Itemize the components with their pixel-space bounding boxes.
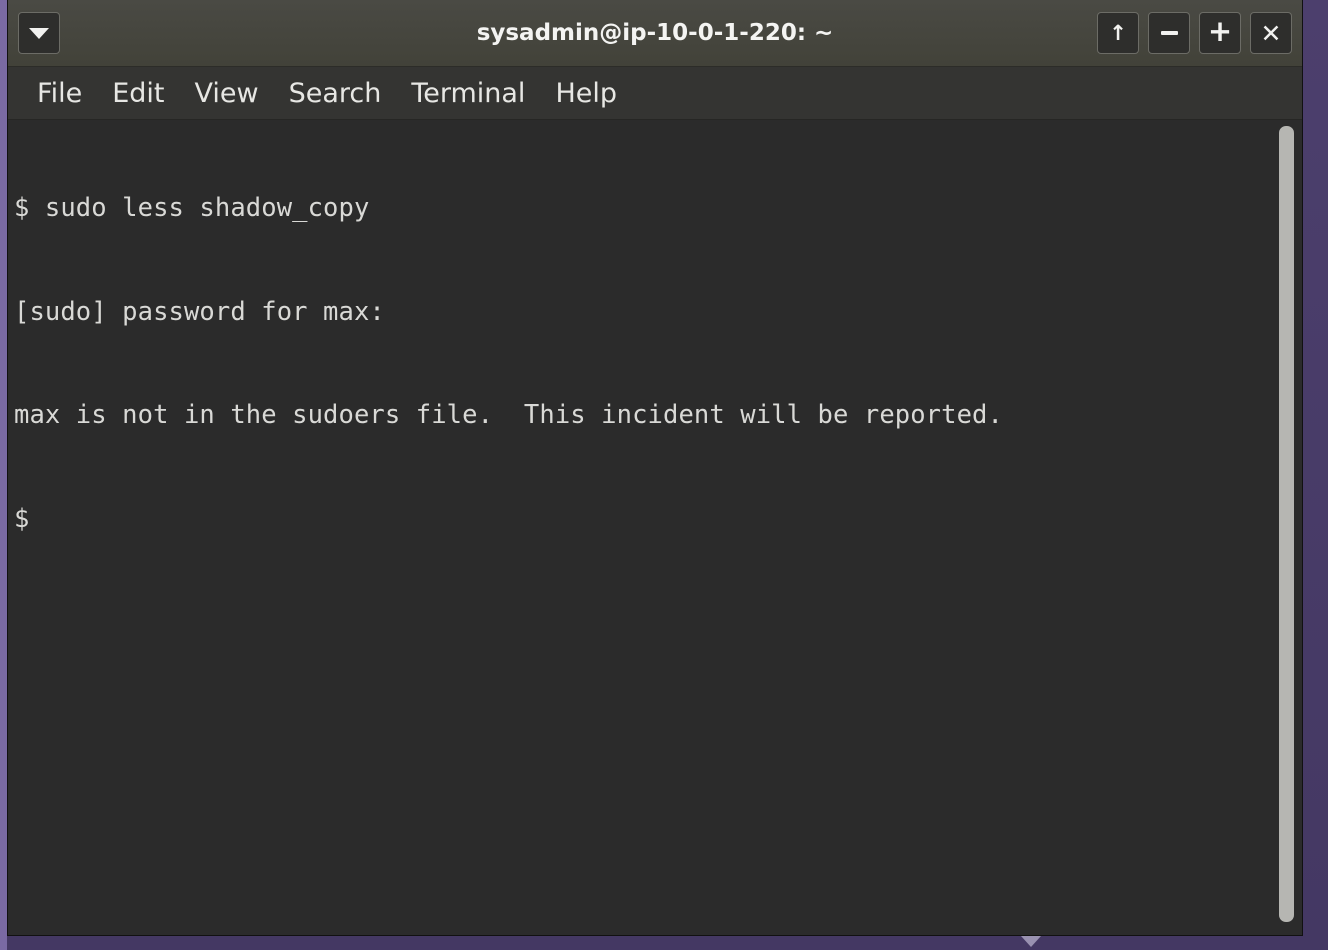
- maximize-button[interactable]: +: [1199, 12, 1241, 54]
- arrow-up-icon: ↑: [1109, 20, 1127, 45]
- plus-icon: +: [1207, 13, 1233, 48]
- titlebar-window-controls: ↑ + ✕: [1097, 12, 1292, 54]
- window-menu-button[interactable]: [18, 12, 60, 54]
- terminal-line-command: $ sudo less shadow_copy: [14, 193, 370, 223]
- minus-icon: [1160, 31, 1178, 35]
- terminal-scrollbar[interactable]: [1271, 120, 1302, 935]
- terminal-line-error: max is not in the sudoers file. This inc…: [14, 400, 1003, 430]
- close-x-icon: ✕: [1260, 18, 1282, 48]
- close-button[interactable]: ✕: [1250, 12, 1292, 54]
- window-titlebar[interactable]: sysadmin@ip-10-0-1-220: ~ ↑ + ✕: [8, 0, 1302, 67]
- menu-item-file[interactable]: File: [22, 76, 97, 111]
- menu-item-terminal[interactable]: Terminal: [396, 76, 540, 111]
- menu-item-view[interactable]: View: [179, 76, 273, 111]
- minimize-button[interactable]: [1148, 12, 1190, 54]
- menu-item-help[interactable]: Help: [540, 76, 632, 111]
- desktop-background: sysadmin@ip-10-0-1-220: ~ ↑ + ✕ File Edi…: [0, 0, 1328, 950]
- terminal-line-password-prompt: [sudo] password for max:: [14, 296, 385, 327]
- window-resize-grip[interactable]: [1019, 934, 1043, 950]
- terminal-line-prompt: $: [14, 503, 30, 534]
- terminal-window: sysadmin@ip-10-0-1-220: ~ ↑ + ✕ File Edi…: [7, 0, 1303, 936]
- titlebar-left-controls: [18, 12, 60, 54]
- terminal-output-area[interactable]: $ sudo less shadow_copy [sudo] password …: [8, 120, 1271, 935]
- terminal-scrollbar-thumb[interactable]: [1279, 126, 1294, 922]
- chevron-down-icon: [29, 27, 49, 39]
- menubar: File Edit View Search Terminal Help: [8, 67, 1302, 120]
- menu-item-search[interactable]: Search: [274, 76, 397, 111]
- terminal-body: $ sudo less shadow_copy [sudo] password …: [8, 120, 1302, 935]
- shade-button[interactable]: ↑: [1097, 12, 1139, 54]
- menu-item-edit[interactable]: Edit: [97, 76, 179, 111]
